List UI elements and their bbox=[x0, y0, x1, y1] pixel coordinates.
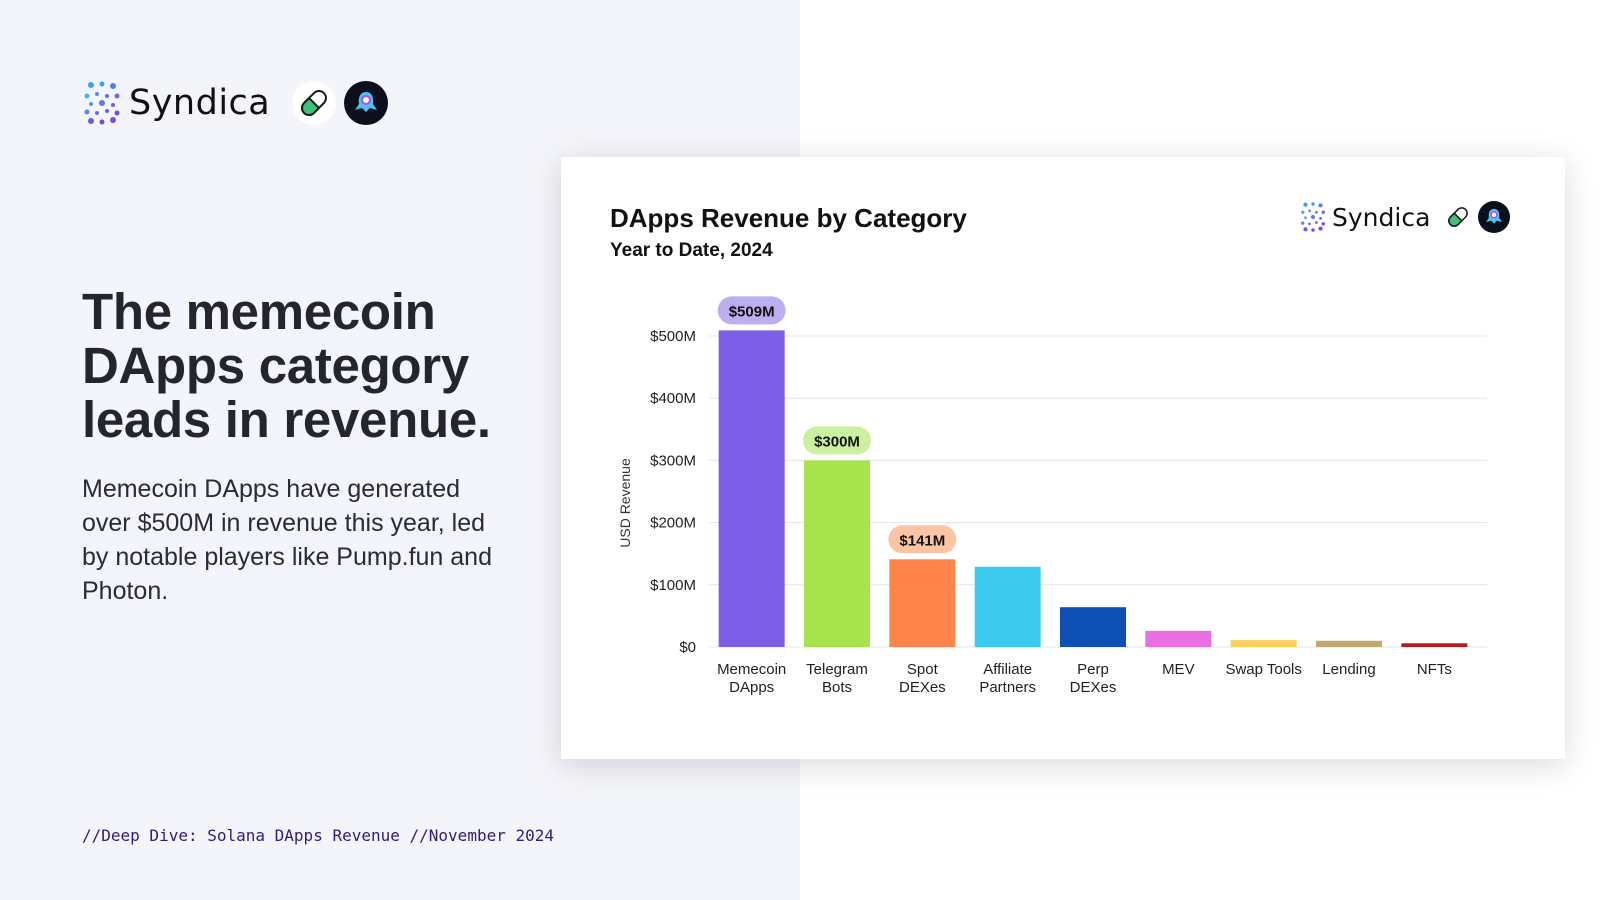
bar bbox=[804, 460, 870, 647]
data-label: $300M bbox=[814, 433, 860, 450]
x-tick-label: DApps bbox=[729, 679, 774, 696]
x-tick-label: Swap Tools bbox=[1225, 661, 1301, 678]
x-tick-label: Partners bbox=[979, 679, 1036, 696]
y-tick-label: $200M bbox=[650, 515, 696, 532]
footer-caption: //Deep Dive: Solana DApps Revenue //Nove… bbox=[82, 826, 555, 845]
syndica-logo-icon bbox=[84, 81, 120, 125]
x-tick-label: Perp bbox=[1077, 661, 1109, 678]
y-axis-label: USD Revenue bbox=[617, 458, 633, 548]
headline: The memecoin DApps category leads in rev… bbox=[82, 283, 491, 448]
x-tick-label: Affiliate bbox=[983, 661, 1032, 678]
bar bbox=[1060, 607, 1126, 647]
brand-header: Syndica bbox=[83, 80, 389, 126]
bar bbox=[974, 566, 1041, 647]
bar bbox=[1401, 643, 1468, 647]
x-tick-label: Bots bbox=[822, 679, 852, 696]
bar bbox=[1316, 640, 1382, 647]
bar bbox=[1230, 640, 1297, 647]
bar bbox=[1145, 630, 1212, 647]
x-tick-label: Spot bbox=[907, 661, 939, 678]
y-tick-label: $300M bbox=[650, 452, 696, 469]
body-text: Memecoin DApps have generated over $500M… bbox=[82, 475, 492, 605]
x-tick-label: DEXes bbox=[899, 679, 946, 696]
bar-chart: $0 $100M $200M $300M $400M $500M MemecoinDApps… bbox=[617, 296, 1487, 696]
bar bbox=[718, 330, 785, 647]
y-tick-label: $500M bbox=[650, 328, 696, 345]
data-label: $509M bbox=[729, 303, 775, 320]
bar bbox=[889, 559, 956, 647]
x-tick-label: Telegram bbox=[806, 661, 868, 678]
x-tick-label: Memecoin bbox=[717, 661, 786, 678]
x-tick-label: Lending bbox=[1322, 661, 1375, 678]
chart-card: DApps Revenue by Category Year to Date, … bbox=[561, 157, 1565, 759]
y-tick-label: $400M bbox=[650, 390, 696, 407]
x-tick-label: DEXes bbox=[1070, 679, 1117, 696]
data-label: $141M bbox=[899, 532, 945, 549]
x-tick-label: NFTs bbox=[1417, 661, 1452, 678]
brand-name: Syndica bbox=[129, 83, 271, 123]
x-tick-label: MEV bbox=[1162, 661, 1195, 678]
rocket-icon bbox=[344, 81, 389, 125]
y-tick-label: $0 bbox=[679, 639, 696, 656]
y-tick-label: $100M bbox=[650, 577, 696, 594]
pill-icon bbox=[292, 81, 337, 125]
